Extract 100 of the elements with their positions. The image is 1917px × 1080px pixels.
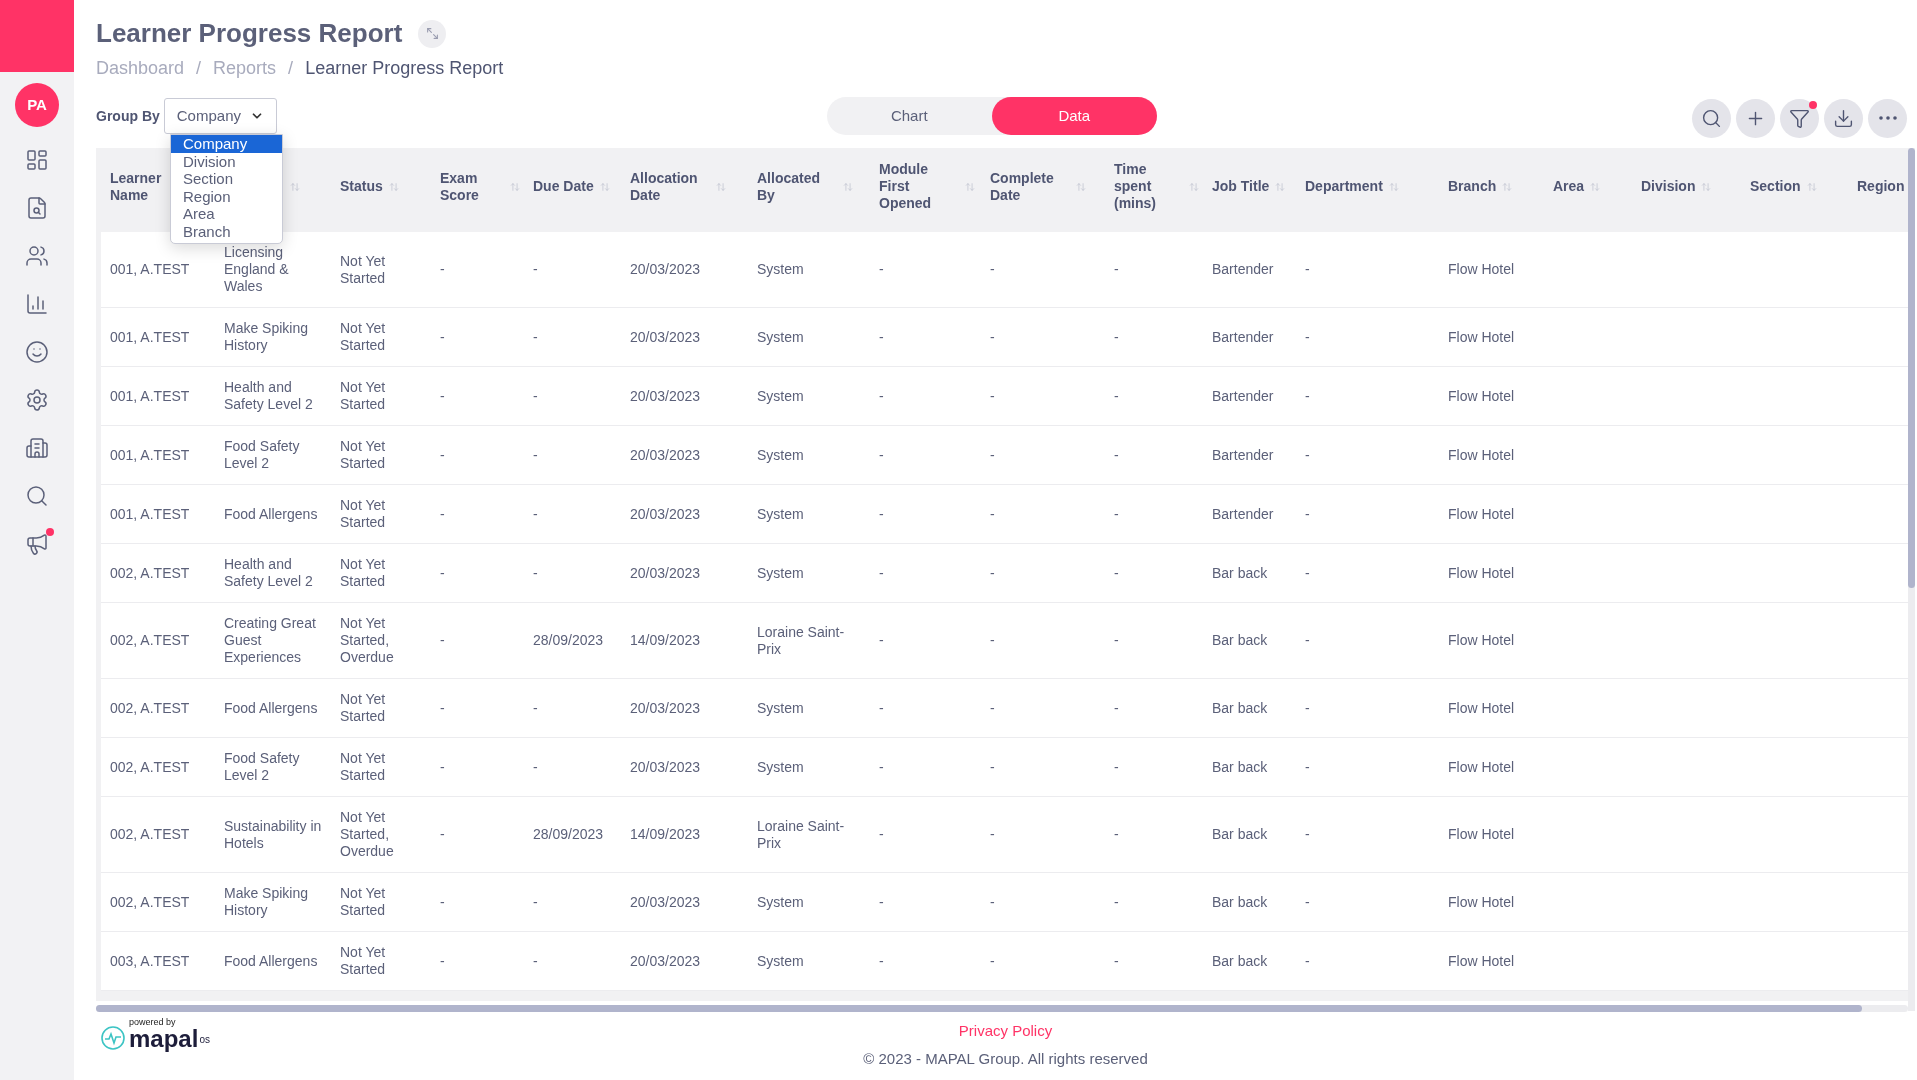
column-header[interactable]: Due Date [533, 178, 594, 195]
sort-icon[interactable] [965, 181, 975, 192]
table-cell: System [757, 387, 804, 404]
sort-icon[interactable] [1502, 181, 1513, 192]
table-cell: 20/03/2023 [630, 446, 701, 463]
table-cell: - [990, 261, 995, 277]
expand-button[interactable] [418, 19, 447, 48]
table-cell: 20/03/2023 [630, 261, 701, 277]
view-tab[interactable]: Chart [826, 97, 992, 135]
column-header[interactable]: Branch [1448, 178, 1497, 195]
bar-chart-icon [25, 292, 49, 316]
table-cell: 14/09/2023 [630, 632, 701, 648]
megaphone-icon [25, 532, 49, 556]
sort-icon[interactable] [1275, 181, 1286, 192]
table-cell: - [1114, 699, 1119, 716]
column-header[interactable]: Job Title [1212, 178, 1270, 195]
dropdown-option[interactable]: Company [171, 135, 282, 153]
table-cell: Creating Great Guest Experiences [224, 615, 316, 665]
table-cell: Flow Hotel [1448, 952, 1515, 969]
table-cell: Bartender [1212, 328, 1274, 345]
page-title: Learner Progress Report [96, 17, 403, 50]
dropdown-option[interactable]: Section [171, 170, 282, 188]
privacy-policy-link[interactable]: Privacy Policy [958, 1020, 1053, 1043]
table-cell: 20/03/2023 [630, 328, 701, 345]
table-cell: - [533, 387, 538, 404]
table-cell: - [440, 505, 445, 522]
table-cell: 28/09/2023 [533, 632, 604, 648]
sort-icon[interactable] [1076, 181, 1086, 192]
sort-icon[interactable] [1701, 181, 1712, 192]
sort-icon[interactable] [843, 181, 853, 192]
table-cell: - [1114, 952, 1119, 969]
sort-icon[interactable] [599, 181, 610, 192]
table-cell: Food Allergens [224, 505, 318, 522]
dashboard-icon [25, 148, 49, 172]
table-cell: System [757, 446, 804, 463]
table-cell: 002, A.TEST [110, 758, 190, 775]
sort-icon[interactable] [1806, 181, 1817, 192]
dropdown-option[interactable]: Region [171, 187, 282, 205]
table-row[interactable]: 001, A.TEST Food Allergens Not Yet Started - - 20/03/2023 System - - - Bartender - Flow Hotel [101, 485, 1908, 544]
column-header[interactable]: Area [1553, 178, 1585, 195]
toolbar-button[interactable] [1868, 98, 1907, 138]
table-cell: - [1305, 446, 1310, 463]
table-cell: - [1305, 328, 1310, 345]
table-row[interactable]: 001, A.TEST Health and Safety Level 2 Not Yet Started - - 20/03/2023 System - - - Bartender - Flow Hotel [101, 367, 1908, 426]
table-row[interactable]: 002, A.TEST Food Allergens Not Yet Started - - 20/03/2023 System - - - Bar back - Flow Hotel [101, 679, 1908, 738]
table-cell: Not Yet Started [340, 438, 386, 471]
table-cell: Not Yet Started [340, 885, 386, 918]
table-row[interactable]: 002, A.TEST Health and Safety Level 2 Not Yet Started - - 20/03/2023 System - - - Bar back - Flow Hotel [101, 544, 1908, 603]
group-by-select[interactable]: Company [163, 98, 277, 134]
sort-icon[interactable] [1590, 181, 1601, 192]
view-tab[interactable]: Data [991, 97, 1157, 135]
toolbar-button[interactable] [1692, 98, 1731, 138]
table-cell: Health and Safety Level 2 [224, 556, 313, 589]
table-cell: - [1305, 699, 1310, 716]
column-header[interactable]: Time spent (mins) [1114, 161, 1183, 212]
column-header[interactable]: Complete Date [990, 169, 1070, 204]
column-header[interactable]: Region [1857, 178, 1905, 195]
table-cell: 20/03/2023 [630, 564, 701, 581]
toolbar-button[interactable] [1780, 98, 1819, 138]
table-row[interactable]: 002, A.TEST Food Safety Level 2 Not Yet Started - - 20/03/2023 System - - - Bar back - Flow Hotel [101, 738, 1908, 797]
table-row[interactable]: 002, A.TEST Sustainability in Hotels Not Yet Started, Overdue - 28/09/2023 14/09/2023 Loraine Saint-Prix - - - Bar back - Flow Hotel [101, 797, 1908, 873]
table-cell: Make Spiking History [224, 320, 309, 353]
table-row[interactable]: 001, A.TEST Make Spiking History Not Yet Started - - 20/03/2023 System - - - Bartender - Flow Hotel [101, 308, 1908, 367]
table-row[interactable]: 001, A.TEST Food Safety Level 2 Not Yet Started - - 20/03/2023 System - - - Bartender - Flow Hotel [101, 426, 1908, 485]
table-cell: Flow Hotel [1448, 632, 1515, 648]
sort-icon[interactable] [388, 181, 399, 192]
column-header[interactable]: Module First Opened [879, 161, 959, 212]
toolbar-button[interactable] [1824, 98, 1863, 138]
column-header[interactable]: Section [1750, 178, 1801, 195]
column-header[interactable]: Status [340, 178, 383, 195]
column-header[interactable]: Department [1305, 178, 1383, 195]
settings-icon [25, 388, 49, 412]
scrollbar-thumb[interactable] [1908, 148, 1915, 588]
table-cell: - [440, 387, 445, 404]
table-cell: Loraine Saint-Prix [757, 623, 845, 657]
column-header[interactable]: Allocation Date [630, 169, 710, 204]
column-header[interactable]: Exam Score [440, 169, 504, 204]
sort-icon[interactable] [1189, 181, 1199, 192]
dropdown-option[interactable]: Division [171, 152, 282, 170]
table-cell: 20/03/2023 [630, 505, 701, 522]
column-header[interactable]: Division [1641, 178, 1696, 195]
table-cell: - [990, 387, 995, 404]
table-cell: System [757, 699, 804, 716]
table-row[interactable]: 002, A.TEST Make Spiking History Not Yet Started - - 20/03/2023 System - - - Bar back - Flow Hotel [101, 873, 1908, 932]
sort-icon[interactable] [290, 181, 300, 192]
user-avatar[interactable]: PA [15, 83, 59, 127]
table-cell: Bar back [1212, 758, 1268, 775]
sort-icon[interactable] [510, 181, 520, 192]
table-row[interactable]: 002, A.TEST Creating Great Guest Experiences Not Yet Started, Overdue - 28/09/2023 14/09/2023 Loraine Saint-Prix - - - Bar back - Flow Hotel [101, 603, 1908, 679]
table-cell: - [990, 758, 995, 775]
sort-icon[interactable] [1388, 181, 1399, 192]
column-header[interactable]: Allocated By [757, 169, 837, 204]
dropdown-option[interactable]: Area [171, 205, 282, 223]
table-row[interactable]: 003, A.TEST Food Allergens Not Yet Started - - 20/03/2023 System - - - Bar back - Flow Hotel [101, 932, 1908, 991]
table-cell: - [533, 699, 538, 716]
table-cell: Not Yet Started [340, 252, 386, 286]
table-cell: Flow Hotel [1448, 261, 1515, 277]
wave-logo-icon [100, 1025, 126, 1051]
vertical-scrollbar[interactable] [1908, 148, 1915, 1011]
sort-icon[interactable] [716, 181, 726, 192]
